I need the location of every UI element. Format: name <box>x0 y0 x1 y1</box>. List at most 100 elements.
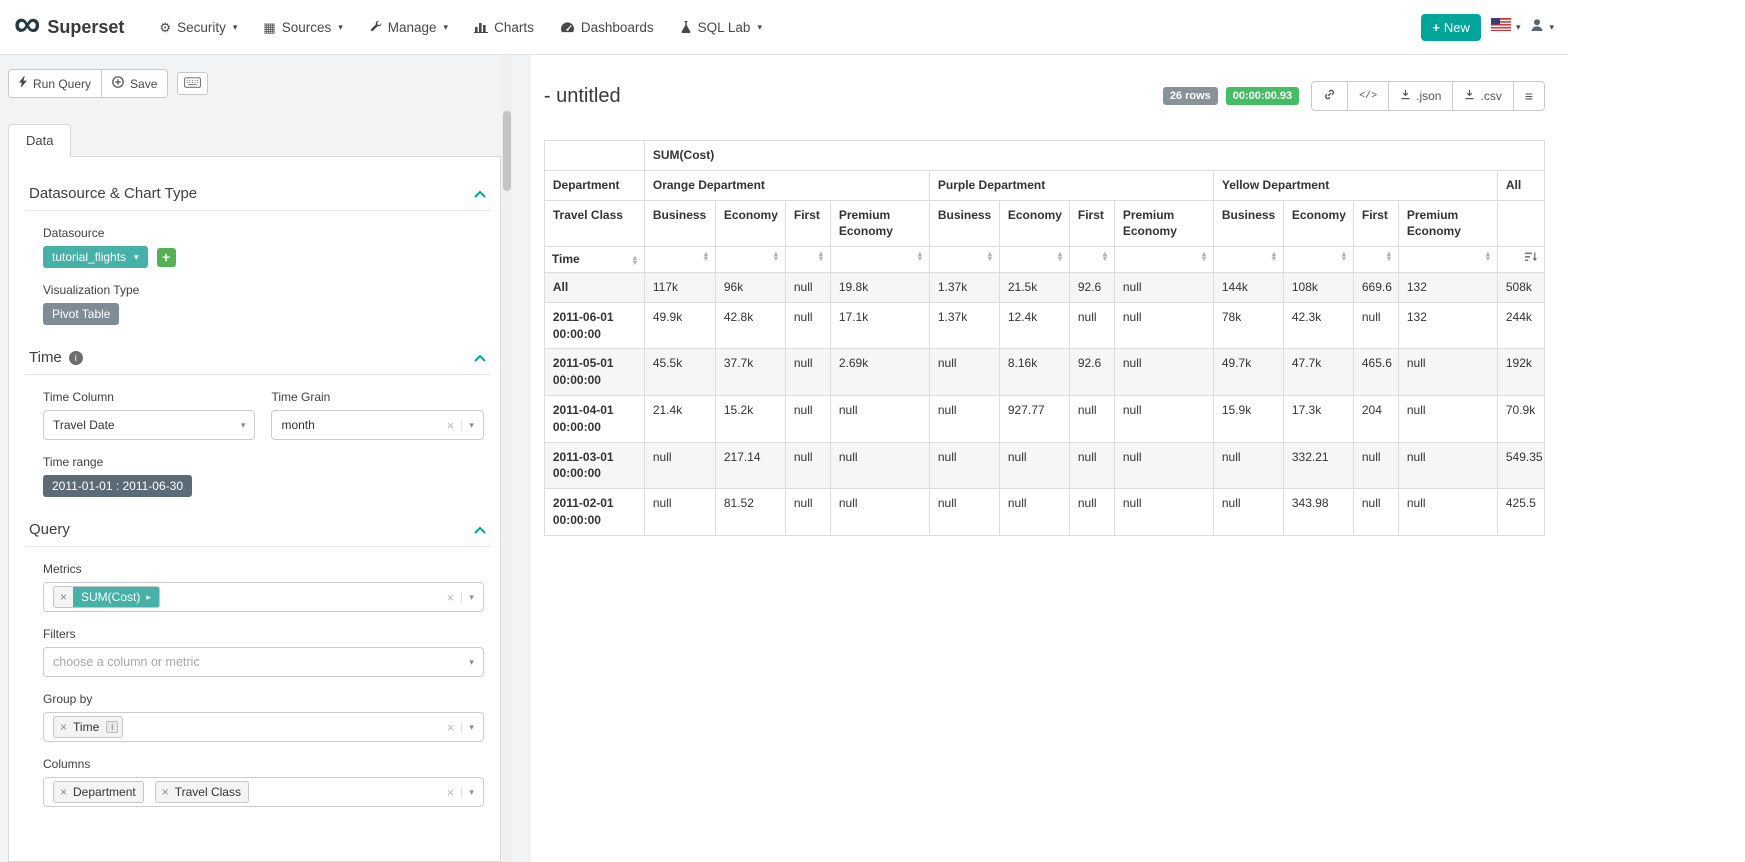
nav-item-manage[interactable]: Manage ▾ <box>356 0 461 54</box>
nav-item-charts[interactable]: Charts <box>461 0 547 54</box>
viz-type-selector[interactable]: Pivot Table <box>43 303 119 325</box>
remove-token-icon[interactable]: × <box>54 590 73 604</box>
chevron-down-icon[interactable]: ▾ <box>461 722 474 733</box>
save-button[interactable]: Save <box>102 69 168 98</box>
viz-type-label: Visualization Type <box>43 283 484 297</box>
sort-icon[interactable]: ▴▾ <box>1103 251 1107 261</box>
cell-value: 332.21 <box>1283 442 1353 489</box>
columns-token-travel-class[interactable]: × Travel Class <box>155 781 249 803</box>
clear-icon[interactable]: × <box>447 785 462 800</box>
new-button[interactable]: + New <box>1421 14 1481 41</box>
section-header-query[interactable]: Query <box>25 511 490 547</box>
nav-item-security[interactable]: ⚙ Security ▾ <box>146 0 250 54</box>
cell-value: 132 <box>1398 302 1497 349</box>
run-query-button[interactable]: Run Query <box>8 69 102 98</box>
sort-icon[interactable]: ▴▾ <box>988 251 992 261</box>
chevron-up-icon[interactable] <box>474 349 486 366</box>
section-header-datasource[interactable]: Datasource & Chart Type <box>25 175 490 211</box>
clear-icon[interactable]: × <box>447 590 462 605</box>
columns-select[interactable]: × Department × Travel Class × ▾ <box>43 777 484 807</box>
time-column-select[interactable]: Travel Date ▾ <box>43 410 255 440</box>
column-sort-header[interactable]: ▴▾ <box>830 247 929 273</box>
cell-value: null <box>929 489 999 536</box>
cell-value: null <box>785 442 830 489</box>
sort-icon[interactable]: ▴▾ <box>1058 251 1062 261</box>
column-sort-header[interactable]: ▴▾ <box>1398 247 1497 273</box>
chevron-down-icon[interactable]: ▾ <box>469 657 474 668</box>
metrics-select[interactable]: × SUM(Cost) ▸ × ▾ <box>43 582 484 612</box>
table-row: 2011-02-01 00:00:00null81.52nullnullnull… <box>544 489 1544 536</box>
add-datasource-button[interactable]: + <box>157 248 176 267</box>
group-by-select[interactable]: × Time i × ▾ <box>43 712 484 742</box>
scrollbar-thumb[interactable] <box>503 111 511 191</box>
sort-icon[interactable]: ▴▾ <box>1272 251 1276 261</box>
column-sort-header[interactable]: ▴▾ <box>1069 247 1114 273</box>
remove-token-icon[interactable]: × <box>156 785 175 799</box>
time-range-selector[interactable]: 2011-01-01 : 2011-06-30 <box>43 475 192 497</box>
remove-token-icon[interactable]: × <box>54 720 73 734</box>
export-csv-button[interactable]: .csv <box>1452 81 1513 111</box>
share-link-button[interactable] <box>1311 81 1348 111</box>
filters-select[interactable]: choose a column or metric ▾ <box>43 647 484 677</box>
datasource-selector[interactable]: tutorial_flights ▾ <box>43 246 148 268</box>
export-csv-label: .csv <box>1480 89 1501 103</box>
row-axis-sort-header[interactable]: Time▴▾ <box>544 247 644 273</box>
sort-icon[interactable]: ▴▾ <box>1202 251 1206 261</box>
user-menu[interactable]: ▾ <box>1530 18 1554 37</box>
clear-icon[interactable]: × <box>447 418 462 433</box>
time-grain-label: Time Grain <box>271 390 483 404</box>
chevron-up-icon[interactable] <box>474 521 486 538</box>
sort-icon[interactable]: ▴▾ <box>1387 251 1391 261</box>
sort-icon[interactable]: ▴▾ <box>1342 251 1346 261</box>
column-sort-header[interactable]: ▴▾ <box>715 247 785 273</box>
column-sort-header[interactable]: ▴▾ <box>1283 247 1353 273</box>
sort-icon[interactable]: ▴▾ <box>774 251 778 261</box>
column-sort-header[interactable]: ▴▾ <box>999 247 1069 273</box>
control-panel-column: Run Query Save Data Data <box>8 55 501 862</box>
column-sort-header[interactable]: ▴▾ <box>1114 247 1213 273</box>
chart-options-button[interactable]: ≡ <box>1513 81 1545 111</box>
section-header-time[interactable]: Time i <box>25 339 490 375</box>
cell-value: 17.1k <box>830 302 929 349</box>
groupby-token-time[interactable]: × Time i <box>53 716 123 738</box>
cell-value: null <box>644 442 715 489</box>
metric-token[interactable]: × SUM(Cost) ▸ <box>53 586 160 608</box>
chevron-down-icon[interactable]: ▾ <box>461 787 474 798</box>
sort-icon[interactable]: ▴▾ <box>1486 251 1490 261</box>
tab-data[interactable]: Data <box>8 124 71 157</box>
chevron-down-icon[interactable]: ▾ <box>461 592 474 603</box>
cell-value: null <box>1114 272 1213 302</box>
column-sort-header[interactable]: ▴▾ <box>644 247 715 273</box>
plus-circle-icon <box>112 76 124 91</box>
column-sort-header[interactable]: ▴▾ <box>1353 247 1398 273</box>
column-sort-header[interactable]: ▴▾ <box>929 247 999 273</box>
cell-value: 108k <box>1283 272 1353 302</box>
panel-scrollbar[interactable] <box>502 55 512 862</box>
keyboard-shortcuts-button[interactable] <box>177 72 208 95</box>
chevron-down-icon[interactable]: ▾ <box>241 420 246 431</box>
sort-amount-icon[interactable] <box>1525 251 1537 268</box>
column-sort-header[interactable]: ▴▾ <box>785 247 830 273</box>
columns-token-department[interactable]: × Department <box>53 781 144 803</box>
superset-logo[interactable]: ∞ Superset <box>14 12 124 42</box>
export-json-button[interactable]: .json <box>1388 81 1453 111</box>
column-sort-header[interactable]: ▴▾ <box>1213 247 1283 273</box>
sort-amount-header[interactable] <box>1497 247 1544 273</box>
time-grain-select[interactable]: month × ▾ <box>271 410 483 440</box>
nav-item-sql-lab[interactable]: SQL Lab ▾ <box>667 0 775 54</box>
chevron-down-icon[interactable]: ▾ <box>461 420 474 431</box>
nav-item-sources[interactable]: ▦ Sources ▾ <box>250 0 355 54</box>
view-query-button[interactable]: </> <box>1347 81 1389 111</box>
clear-icon[interactable]: × <box>447 720 462 735</box>
section-title: Time <box>29 349 62 366</box>
sort-icon[interactable]: ▴▾ <box>819 251 823 261</box>
language-selector[interactable]: ▾ <box>1491 18 1521 36</box>
sort-icon[interactable]: ▴▾ <box>704 251 708 261</box>
cell-value: null <box>1069 395 1114 442</box>
token-label: Time <box>73 720 106 734</box>
nav-item-dashboards[interactable]: Dashboards <box>547 0 667 54</box>
remove-token-icon[interactable]: × <box>54 785 73 799</box>
sort-icon[interactable]: ▴▾ <box>918 251 922 261</box>
sort-icon[interactable]: ▴▾ <box>633 255 637 265</box>
chevron-up-icon[interactable] <box>474 185 486 202</box>
